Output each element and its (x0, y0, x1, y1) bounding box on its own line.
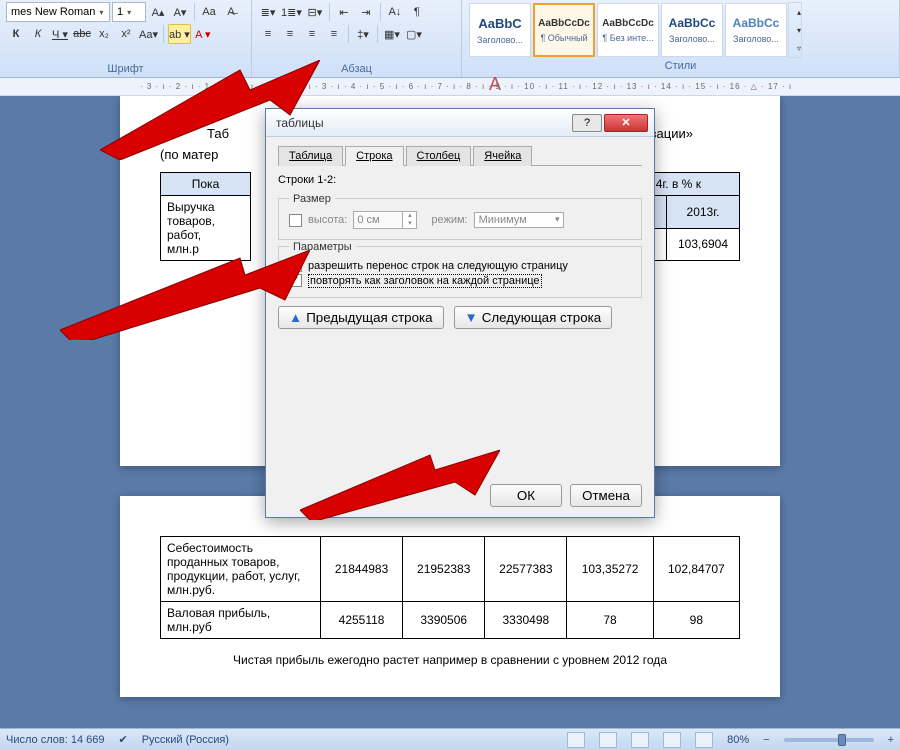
multilevel-button[interactable]: ⊟▾ (305, 2, 325, 22)
style-tile[interactable]: AaBbCcЗаголово... (661, 3, 723, 57)
align-justify-button[interactable]: ≡ (324, 24, 344, 44)
prev-row-button[interactable]: ▲Предыдущая строка (278, 306, 444, 329)
ok-button[interactable]: ОК (490, 484, 562, 507)
style-tile[interactable]: AaBbCЗаголово... (469, 3, 531, 57)
height-checkbox[interactable] (289, 214, 302, 227)
subscript-button[interactable]: x₂ (94, 24, 114, 44)
view-draft-button[interactable] (695, 732, 713, 748)
help-button[interactable]: ? (572, 114, 602, 132)
style-tile[interactable]: AaBbCcЗаголово... (725, 3, 787, 57)
font-size-combo[interactable]: 1▾ (112, 2, 146, 22)
cancel-button[interactable]: Отмена (570, 484, 642, 507)
page: Себестоимость проданных товаров, продукц… (120, 496, 780, 697)
shading-button[interactable]: ▦▾ (382, 24, 402, 44)
align-left-button[interactable]: ≡ (258, 24, 278, 44)
ribbon-group-para-label: Абзац (258, 61, 455, 77)
dialog-title: таблицы (276, 116, 570, 130)
zoom-slider[interactable] (784, 738, 874, 742)
numbering-button[interactable]: 1≣▾ (280, 2, 303, 22)
dialog-titlebar[interactable]: таблицы ? ✕ (266, 109, 654, 137)
styles-gallery[interactable]: AaBbCЗаголово... AaBbCcDc¶ Обычный AaBbC… (468, 2, 893, 58)
zoom-level[interactable]: 80% (727, 734, 749, 746)
ribbon: mes New Roman▾ 1▾ A▴ A▾ Aa A̶ К К Ч ▾ ab… (0, 0, 900, 78)
change-case2-button[interactable]: Aa▾ (138, 24, 159, 44)
close-button[interactable]: ✕ (604, 114, 648, 132)
rows-range-label: Строки 1-2: (278, 174, 642, 186)
clear-format-button[interactable]: Aa (199, 2, 219, 22)
zoom-out-button[interactable]: − (763, 734, 769, 746)
style-tile[interactable]: AaBbCcDc¶ Без инте... (597, 3, 659, 57)
underline-button[interactable]: Ч ▾ (50, 24, 70, 44)
tab-column[interactable]: Столбец (406, 146, 472, 166)
ribbon-group-styles-label: Стили (468, 58, 893, 74)
height-label: высота: (308, 214, 347, 226)
allow-break-label: разрешить перенос строк на следующую стр… (308, 260, 568, 272)
styles-up-button[interactable]: ▴ (789, 3, 809, 21)
change-case-button[interactable]: A̶ (221, 2, 241, 22)
highlight-button[interactable]: ab ▾ (168, 24, 191, 44)
view-outline-button[interactable] (663, 732, 681, 748)
dialog-tabs: Таблица Строка Столбец Ячейка (278, 145, 642, 166)
language-status[interactable]: Русский (Россия) (142, 734, 229, 746)
table-properties-dialog: таблицы ? ✕ Таблица Строка Столбец Ячейк… (265, 108, 655, 518)
pilcrow-button[interactable]: ¶ (407, 2, 427, 22)
tab-table[interactable]: Таблица (278, 146, 343, 166)
table-row: Себестоимость проданных товаров, продукц… (161, 537, 740, 602)
zoom-in-button[interactable]: + (888, 734, 894, 746)
font-name-combo[interactable]: mes New Roman▾ (6, 2, 110, 22)
table-row: Валовая прибыль, млн.руб 4255118 3390506… (161, 602, 740, 639)
next-row-button[interactable]: ▼Следующая строка (454, 306, 613, 329)
ribbon-group-font-label: Шрифт (6, 61, 245, 77)
superscript-button[interactable]: x² (116, 24, 136, 44)
borders-button[interactable]: ▢▾ (404, 24, 424, 44)
params-legend: Параметры (289, 241, 356, 253)
indent-inc-button[interactable]: ⇥ (356, 2, 376, 22)
repeat-header-label: повторять как заголовок на каждой страни… (308, 275, 542, 287)
repeat-header-checkbox[interactable]: ✓ (289, 274, 302, 287)
styles-more-button[interactable]: ▿ (789, 39, 809, 57)
strike-button[interactable]: abc (72, 24, 92, 44)
allow-break-checkbox[interactable]: ✓ (289, 259, 302, 272)
mode-combo[interactable]: Минимум (474, 212, 564, 228)
align-center-button[interactable]: ≡ (280, 24, 300, 44)
size-legend: Размер (289, 193, 335, 205)
view-web-button[interactable] (631, 732, 649, 748)
mode-label: режим: (431, 214, 467, 226)
status-bar: Число слов: 14 669 ✔ Русский (Россия) 80… (0, 728, 900, 750)
bullets-button[interactable]: ≣▾ (258, 2, 278, 22)
style-tile[interactable]: AaBbCcDc¶ Обычный (533, 3, 595, 57)
italic-button[interactable]: К (28, 24, 48, 44)
document-table-2[interactable]: Себестоимость проданных товаров, продукц… (160, 536, 740, 639)
arrow-up-icon: ▲ (289, 310, 302, 325)
indent-dec-button[interactable]: ⇤ (334, 2, 354, 22)
horizontal-ruler[interactable]: · 3 · ı · 2 · ı · 1 · ı · △ · ı · 1 · ı … (0, 78, 900, 96)
view-print-button[interactable] (567, 732, 585, 748)
align-right-button[interactable]: ≡ (302, 24, 322, 44)
bold-button[interactable]: К (6, 24, 26, 44)
word-count[interactable]: Число слов: 14 669 (6, 734, 104, 746)
tab-row[interactable]: Строка (345, 146, 403, 166)
shrink-font-button[interactable]: A▾ (170, 2, 190, 22)
proofing-icon[interactable]: ✔ (118, 733, 127, 746)
arrow-down-icon: ▼ (465, 310, 478, 325)
tab-cell[interactable]: Ячейка (473, 146, 532, 166)
line-spacing-button[interactable]: ‡▾ (353, 24, 373, 44)
sort-button[interactable]: A↓ (385, 2, 405, 22)
font-color-button[interactable]: A ▾ (193, 24, 213, 44)
height-spinner[interactable]: ▴▾ (353, 211, 417, 229)
grow-font-button[interactable]: A▴ (148, 2, 168, 22)
styles-down-button[interactable]: ▾ (789, 21, 809, 39)
view-read-button[interactable] (599, 732, 617, 748)
